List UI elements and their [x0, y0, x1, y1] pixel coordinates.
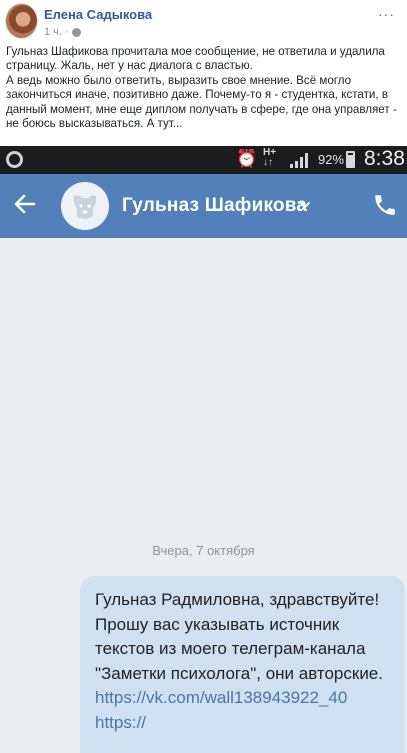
- more-options-button[interactable]: ···: [378, 6, 395, 22]
- separator: ·: [64, 26, 69, 38]
- post-paragraph: А ведь можно было ответить, выразить сво…: [6, 73, 397, 131]
- post-meta: 1 ч. ·: [44, 26, 81, 38]
- clock: 8:38: [364, 147, 405, 170]
- battery-percent: 92%: [318, 152, 345, 167]
- chat-header: Гульназ Шафикова: [0, 174, 407, 238]
- phone-call-icon[interactable]: [372, 192, 398, 218]
- globe-icon: [71, 27, 81, 37]
- post-paragraph: Гульназ Шафикова прочитала мое сообщение…: [6, 45, 385, 73]
- author-avatar[interactable]: [5, 3, 38, 39]
- signal-icon: [290, 153, 308, 168]
- network-type-icon: H+ ↓↑: [263, 148, 276, 168]
- vk-chat-screenshot: ⏰ H+ ↓↑ 92% 8:38 Гульназ Шафикова Вчера,…: [0, 146, 407, 753]
- message-body: Гульназ Радмиловна, здравствуйте! Прошу …: [95, 590, 383, 683]
- post-text: Гульназ Шафикова прочитала мое сообщение…: [6, 45, 404, 131]
- alarm-icon: ⏰: [236, 149, 258, 168]
- contact-avatar-dog-icon[interactable]: [61, 182, 109, 230]
- contact-name[interactable]: Гульназ Шафикова: [122, 195, 307, 217]
- status-bar: ⏰ H+ ↓↑ 92% 8:38: [0, 146, 407, 174]
- back-arrow-icon[interactable]: [12, 191, 38, 217]
- chevron-down-icon[interactable]: [299, 199, 311, 211]
- message-text: Гульназ Радмиловна, здравствуйте! Прошу …: [95, 588, 395, 736]
- facebook-post: Елена Садыкова 1 ч. · ··· Гульназ Шафико…: [0, 0, 407, 145]
- post-time[interactable]: 1 ч.: [44, 26, 62, 38]
- battery-icon: [346, 151, 355, 168]
- author-name[interactable]: Елена Садыкова: [44, 7, 152, 22]
- network-activity-label: ↓↑: [263, 157, 273, 168]
- outgoing-message-bubble[interactable]: Гульназ Радмиловна, здравствуйте! Прошу …: [80, 576, 405, 753]
- app-notification-icon: [6, 151, 23, 168]
- date-separator: Вчера, 7 октября: [152, 543, 255, 558]
- message-link[interactable]: https://vk.com/wall138943922_40 https://: [95, 688, 347, 732]
